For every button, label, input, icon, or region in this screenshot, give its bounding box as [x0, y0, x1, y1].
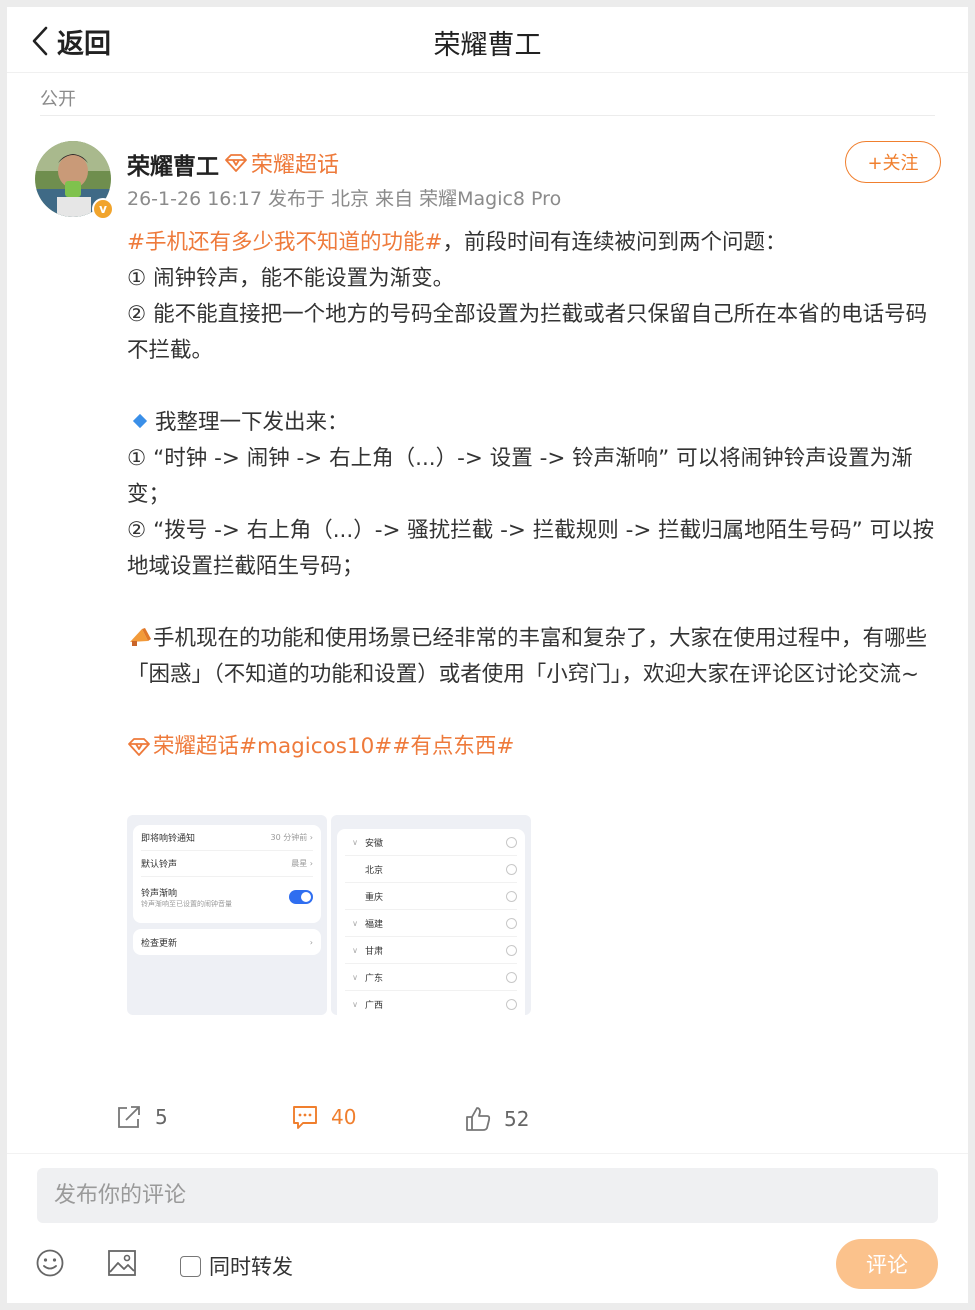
weibo-post-page: 返回 荣耀曹工 公开 v 荣耀曹工 荣耀超话 26-1-26 16:17 发布于…: [7, 7, 968, 1303]
follow-button[interactable]: +关注: [845, 141, 941, 183]
answer-2: ② “拨号 -> 右上角（...）-> 骚扰拦截 -> 拦截规则 -> 拦截归属…: [127, 518, 935, 579]
closing-text: 手机现在的功能和使用场景已经非常的丰富和复杂了，大家在使用过程中，有哪些 「困惑…: [127, 626, 928, 687]
divider: [7, 1153, 968, 1154]
province-row: ∨ 安徽: [345, 829, 517, 856]
author-name[interactable]: 荣耀曹工: [127, 147, 219, 181]
question-2: ② 能不能直接把一个地方的号码全部设置为拦截或者只保留自己所在本省的电话号码不拦…: [127, 302, 928, 363]
province-row: ∨ 广东: [345, 964, 517, 991]
thumbs-up-icon: [466, 1107, 491, 1131]
tags-line: 荣耀超话 #magicos10# #有点东西#: [127, 729, 937, 765]
divider: [40, 115, 935, 116]
summary-line: 我整理一下发出来：: [127, 405, 937, 441]
settings-panel: 即将响铃通知 30 分钟前 › 默认铃声 晨星 › 铃声渐响 铃声渐响至已设置的闹钟音…: [133, 825, 321, 923]
answer-1: ① “时钟 -> 闹钟 -> 右上角（...）-> 设置 -> 铃声渐响” 可以…: [127, 446, 913, 507]
diamond-icon: [128, 738, 150, 756]
comment-input[interactable]: [37, 1168, 938, 1223]
post-content: #手机还有多少我不知道的功能#，前段时间有连续被问到两个问题： ① 闹钟铃声，能…: [127, 225, 937, 765]
province-panel: ∨ 安徽 北京 重庆 ∨ 福建 ∨ 甘肃 ∨ 广东 ∨ 广西: [337, 829, 525, 1015]
repost-checkbox[interactable]: 同时转发: [180, 1251, 293, 1281]
province-row: 北京: [345, 856, 517, 883]
setting-row-fade-ringtone: 铃声渐响 铃声渐响至已设置的闹钟音量: [141, 877, 313, 917]
top-bar: 返回 荣耀曹工: [7, 7, 968, 73]
repost-count: 5: [155, 1105, 168, 1129]
comment-icon: [293, 1106, 317, 1129]
checkbox-box[interactable]: [180, 1255, 201, 1277]
hashtag-magicos10[interactable]: #magicos10#: [239, 729, 392, 765]
like-count: 52: [504, 1107, 530, 1131]
comment-count: 40: [331, 1105, 357, 1129]
post-image-clock-settings[interactable]: 即将响铃通知 30 分钟前 › 默认铃声 晨星 › 铃声渐响 铃声渐响至已设置的闹钟音…: [127, 815, 327, 1015]
question-1: ① 闹钟铃声，能不能设置为渐变。: [127, 266, 455, 291]
image-icon[interactable]: [107, 1249, 137, 1277]
toggle-switch: [289, 890, 313, 904]
supertopic-link[interactable]: 荣耀超话: [224, 147, 339, 179]
closing-line: 手机现在的功能和使用场景已经非常的丰富和复杂了，大家在使用过程中，有哪些 「困惑…: [127, 621, 937, 693]
supertopic-label: 荣耀超话: [251, 153, 340, 178]
summary-text: 我整理一下发出来：: [155, 410, 349, 435]
repost-checkbox-label: 同时转发: [209, 1255, 293, 1279]
repost-button[interactable]: 5: [115, 1103, 168, 1131]
province-row: ∨ 甘肃: [345, 937, 517, 964]
post-image-province-list[interactable]: ∨ 安徽 北京 重庆 ∨ 福建 ∨ 甘肃 ∨ 广东 ∨ 广西: [331, 815, 531, 1015]
province-row: ∨ 广西: [345, 991, 517, 1015]
setting-row: 检查更新 ›: [141, 937, 313, 949]
diamond-icon: [225, 154, 247, 172]
post-meta: 26-1-26 16:17 发布于 北京 来自 荣耀Magic8 Pro: [127, 188, 562, 210]
emoji-icon[interactable]: [35, 1248, 65, 1278]
comment-button[interactable]: 40: [291, 1103, 356, 1131]
update-panel: 检查更新 ›: [133, 929, 321, 955]
share-icon: [118, 1106, 140, 1128]
supertopic-tag[interactable]: 荣耀超话: [153, 729, 239, 765]
hashtag-youdiandongxi[interactable]: #有点东西#: [392, 729, 514, 765]
visibility-label: 公开: [40, 89, 76, 110]
submit-comment-button[interactable]: 评论: [836, 1239, 938, 1289]
post-line: #手机还有多少我不知道的功能#，前段时间有连续被问到两个问题：: [127, 225, 937, 261]
hashtag-link[interactable]: #手机还有多少我不知道的功能#: [127, 230, 443, 255]
verified-badge-icon: v: [92, 198, 114, 220]
megaphone-icon: [130, 628, 151, 646]
setting-row: 即将响铃通知 30 分钟前 ›: [141, 825, 313, 851]
page-title: 荣耀曹工: [433, 30, 542, 61]
action-bar: 5 40 52: [7, 1103, 968, 1143]
like-button[interactable]: 52: [464, 1105, 529, 1133]
post-text: ，前段时间有连续被问到两个问题：: [442, 230, 787, 255]
blue-diamond-icon: [132, 413, 148, 429]
province-row: 重庆: [345, 883, 517, 910]
setting-row: 默认铃声 晨星 ›: [141, 851, 313, 877]
province-row: ∨ 福建: [345, 910, 517, 937]
